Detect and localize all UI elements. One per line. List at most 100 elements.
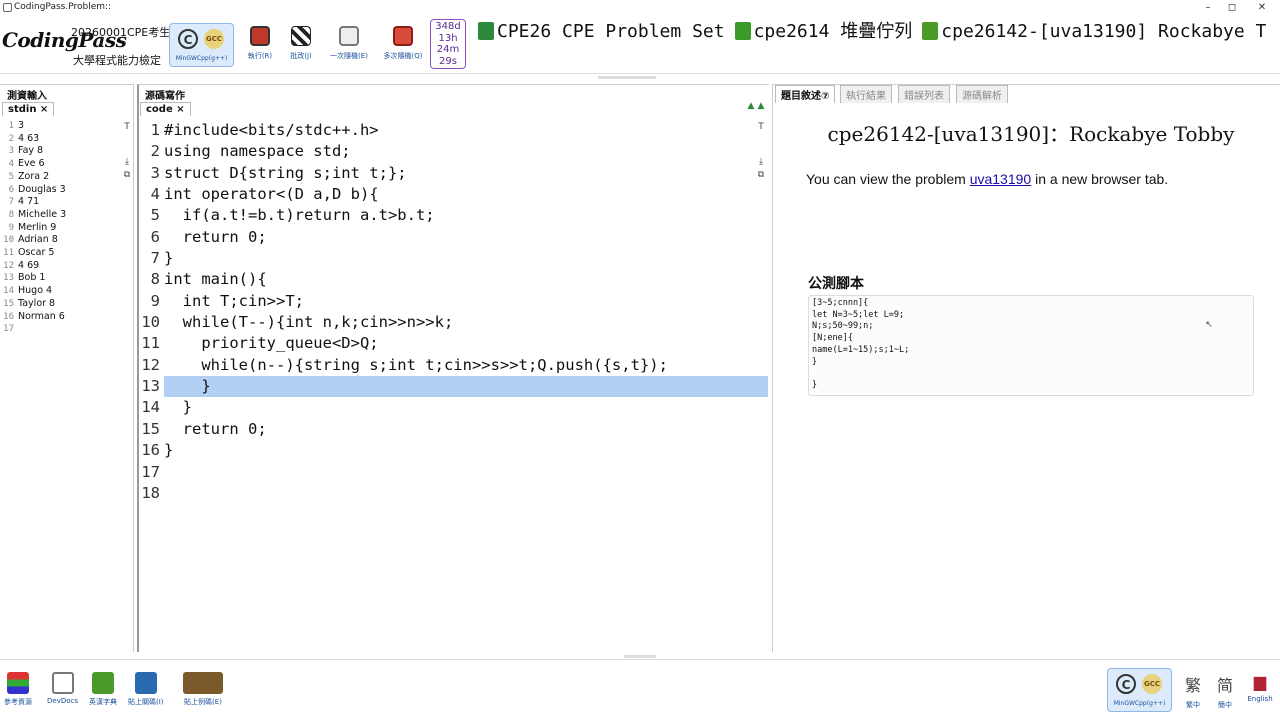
stdin-line: Oscar 5 [18, 247, 55, 259]
random-multi-label: 多次隨機(Q) [383, 52, 423, 60]
stdin-line: Michelle 3 [18, 208, 67, 220]
dictionary-label: 英漢字典 [89, 698, 117, 706]
code-status-icon-2: ▲ [757, 101, 765, 111]
code-panel-tab[interactable]: 源碼寫作 [145, 87, 185, 102]
code-download-icon[interactable]: ⤓ [756, 157, 766, 167]
code-line: if(a.t!=b.t)return a.t>b.t; [164, 206, 435, 225]
code-line: } [164, 441, 174, 460]
stdin-editor[interactable]: 34 63 Fay 8 Eve 6 Zora 2 Douglas 34 71 Michel… [18, 120, 122, 336]
tab-description[interactable]: 題目敘述⑦ [775, 85, 836, 103]
stdin-line: Adrian 8 [18, 234, 58, 246]
stdin-line: Bob 1 [18, 272, 46, 284]
tab-stdin[interactable]: stdin × [2, 102, 55, 116]
timer-hours: 13h [438, 32, 458, 44]
stdin-line-number: 3 [8, 146, 14, 157]
tab-code[interactable]: code × [140, 102, 191, 116]
footer-compiler-label: MinGWCpp(g++) [1113, 700, 1166, 707]
code-line-number: 8 [150, 270, 160, 289]
code-line-number: 15 [141, 419, 160, 438]
reference-button[interactable]: 參考資源 [4, 672, 32, 707]
stdin-line-number: 17 [3, 324, 14, 335]
compiler-selector[interactable]: C GCC MinGWCpp(g++) [169, 23, 234, 67]
dice-icon [339, 26, 359, 46]
stdin-line-number: 14 [3, 286, 14, 297]
code-line: #include<bits/stdc++.h> [164, 121, 379, 139]
lang-english-button[interactable]: ▆ English [1245, 672, 1275, 703]
stdin-line: 4 63 [18, 132, 40, 144]
code-line: struct D{string s;int t;}; [164, 163, 407, 182]
code-line-number: 10 [141, 313, 160, 332]
code-line-number: 7 [150, 249, 160, 268]
dictionary-button[interactable]: 英漢字典 [89, 672, 117, 707]
traditional-label: 繁中 [1186, 701, 1200, 709]
stdin-panel-tab[interactable]: 測資輸入 [7, 87, 47, 102]
cpp-icon: C [1116, 674, 1136, 694]
stdin-line: 4 69 [18, 259, 40, 271]
breadcrumb: CPE26 CPE Problem Set cpe2614 堆疊佇列 cpe2614… [478, 17, 1276, 43]
breadcrumb-problem[interactable]: cpe26142-[uva13190] Rockabye T [922, 21, 1266, 42]
stdin-download-icon[interactable]: ⤓ [122, 157, 132, 167]
random-once-button[interactable]: 一次隨機(E) [323, 26, 375, 68]
tab-analysis[interactable]: 源碼解析 [956, 85, 1008, 103]
bottom-bar: 參考資源 DevDocs 英漢字典 貼上關碼(I) 貼上例碼(E) C GCC … [0, 659, 1280, 720]
close-button[interactable]: ✕ [1244, 0, 1280, 16]
code-line-number: 5 [150, 206, 160, 225]
lang-traditional-button[interactable]: 繁 繁中 [1178, 672, 1208, 710]
code-status-icon: ▲ [747, 101, 755, 111]
monitor-icon [478, 22, 494, 40]
cube-run-icon [250, 26, 270, 46]
timer-seconds: 29s [439, 55, 457, 67]
code-editor[interactable]: #include<bits/stdc++.h> using namespace s… [164, 120, 768, 504]
random-multi-button[interactable]: 多次隨機(Q) [377, 26, 429, 68]
stdin-line-number: 7 [8, 197, 14, 208]
problem-link[interactable]: uva13190 [970, 171, 1032, 187]
paste-code-button[interactable]: 貼上關碼(I) [128, 672, 164, 707]
paste-example-button[interactable]: 貼上例碼(E) [183, 672, 223, 707]
test-script-title: 公測腳本 [808, 276, 864, 292]
dictionary-icon [92, 672, 114, 694]
code-line: return 0; [164, 419, 267, 438]
breadcrumb-problem-label: cpe26142-[uva13190] Rockabye T [941, 21, 1267, 42]
stdin-line-number: 12 [3, 260, 14, 271]
paste-code-icon [134, 672, 157, 694]
code-copy-icon[interactable]: ⧉ [756, 170, 766, 180]
code-line: priority_queue<D>Q; [164, 334, 379, 353]
stdin-line: Eve 6 [18, 158, 45, 170]
us-flag-icon: ▆ [1253, 672, 1267, 691]
stdin-line: Zora 2 [18, 170, 50, 182]
lang-simplified-button[interactable]: 简 簡中 [1210, 672, 1240, 710]
view-problem-line: You can view the problem uva13190 in a n… [806, 171, 1168, 187]
gcc-icon: GCC [1142, 674, 1162, 694]
bottom-splitter[interactable] [624, 655, 656, 658]
breadcrumb-problem-set[interactable]: CPE26 CPE Problem Set [478, 21, 725, 42]
tab-errors[interactable]: 錯誤列表 [898, 85, 950, 103]
code-format-icon[interactable]: T [756, 122, 766, 132]
code-line: } [164, 376, 768, 398]
paste-example-label: 貼上例碼(E) [184, 698, 222, 706]
code-line-number: 13 [141, 377, 160, 396]
random-once-label: 一次隨機(E) [330, 52, 368, 60]
stdin-line-number: 6 [8, 184, 14, 195]
devdocs-button[interactable]: DevDocs [47, 672, 78, 705]
stdin-format-icon[interactable]: T [122, 122, 132, 132]
code-line: return 0; [164, 227, 267, 246]
code-line-number: 14 [141, 398, 160, 417]
mouse-cursor-icon: ↖ [1205, 320, 1213, 330]
code-line-number: 3 [150, 163, 160, 182]
red-dice-icon [393, 26, 413, 46]
code-line-number: 2 [150, 142, 160, 161]
code-line: } [164, 249, 174, 268]
stdin-copy-icon[interactable]: ⧉ [122, 170, 132, 180]
top-splitter[interactable] [598, 76, 656, 79]
footer-compiler-selector[interactable]: C GCC MinGWCpp(g++) [1107, 668, 1172, 712]
stdin-line-number: 11 [3, 248, 14, 259]
english-label: English [1247, 695, 1273, 703]
devdocs-label: DevDocs [47, 697, 79, 705]
stdin-line: Norman 6 [18, 310, 65, 322]
breadcrumb-category[interactable]: cpe2614 堆疊佇列 [734, 17, 912, 43]
stdin-line-number: 9 [8, 222, 14, 233]
stdin-line-number: 1 [8, 121, 14, 131]
judge-button[interactable]: 批改(J) [275, 26, 327, 68]
tab-result[interactable]: 執行結果 [840, 85, 892, 103]
